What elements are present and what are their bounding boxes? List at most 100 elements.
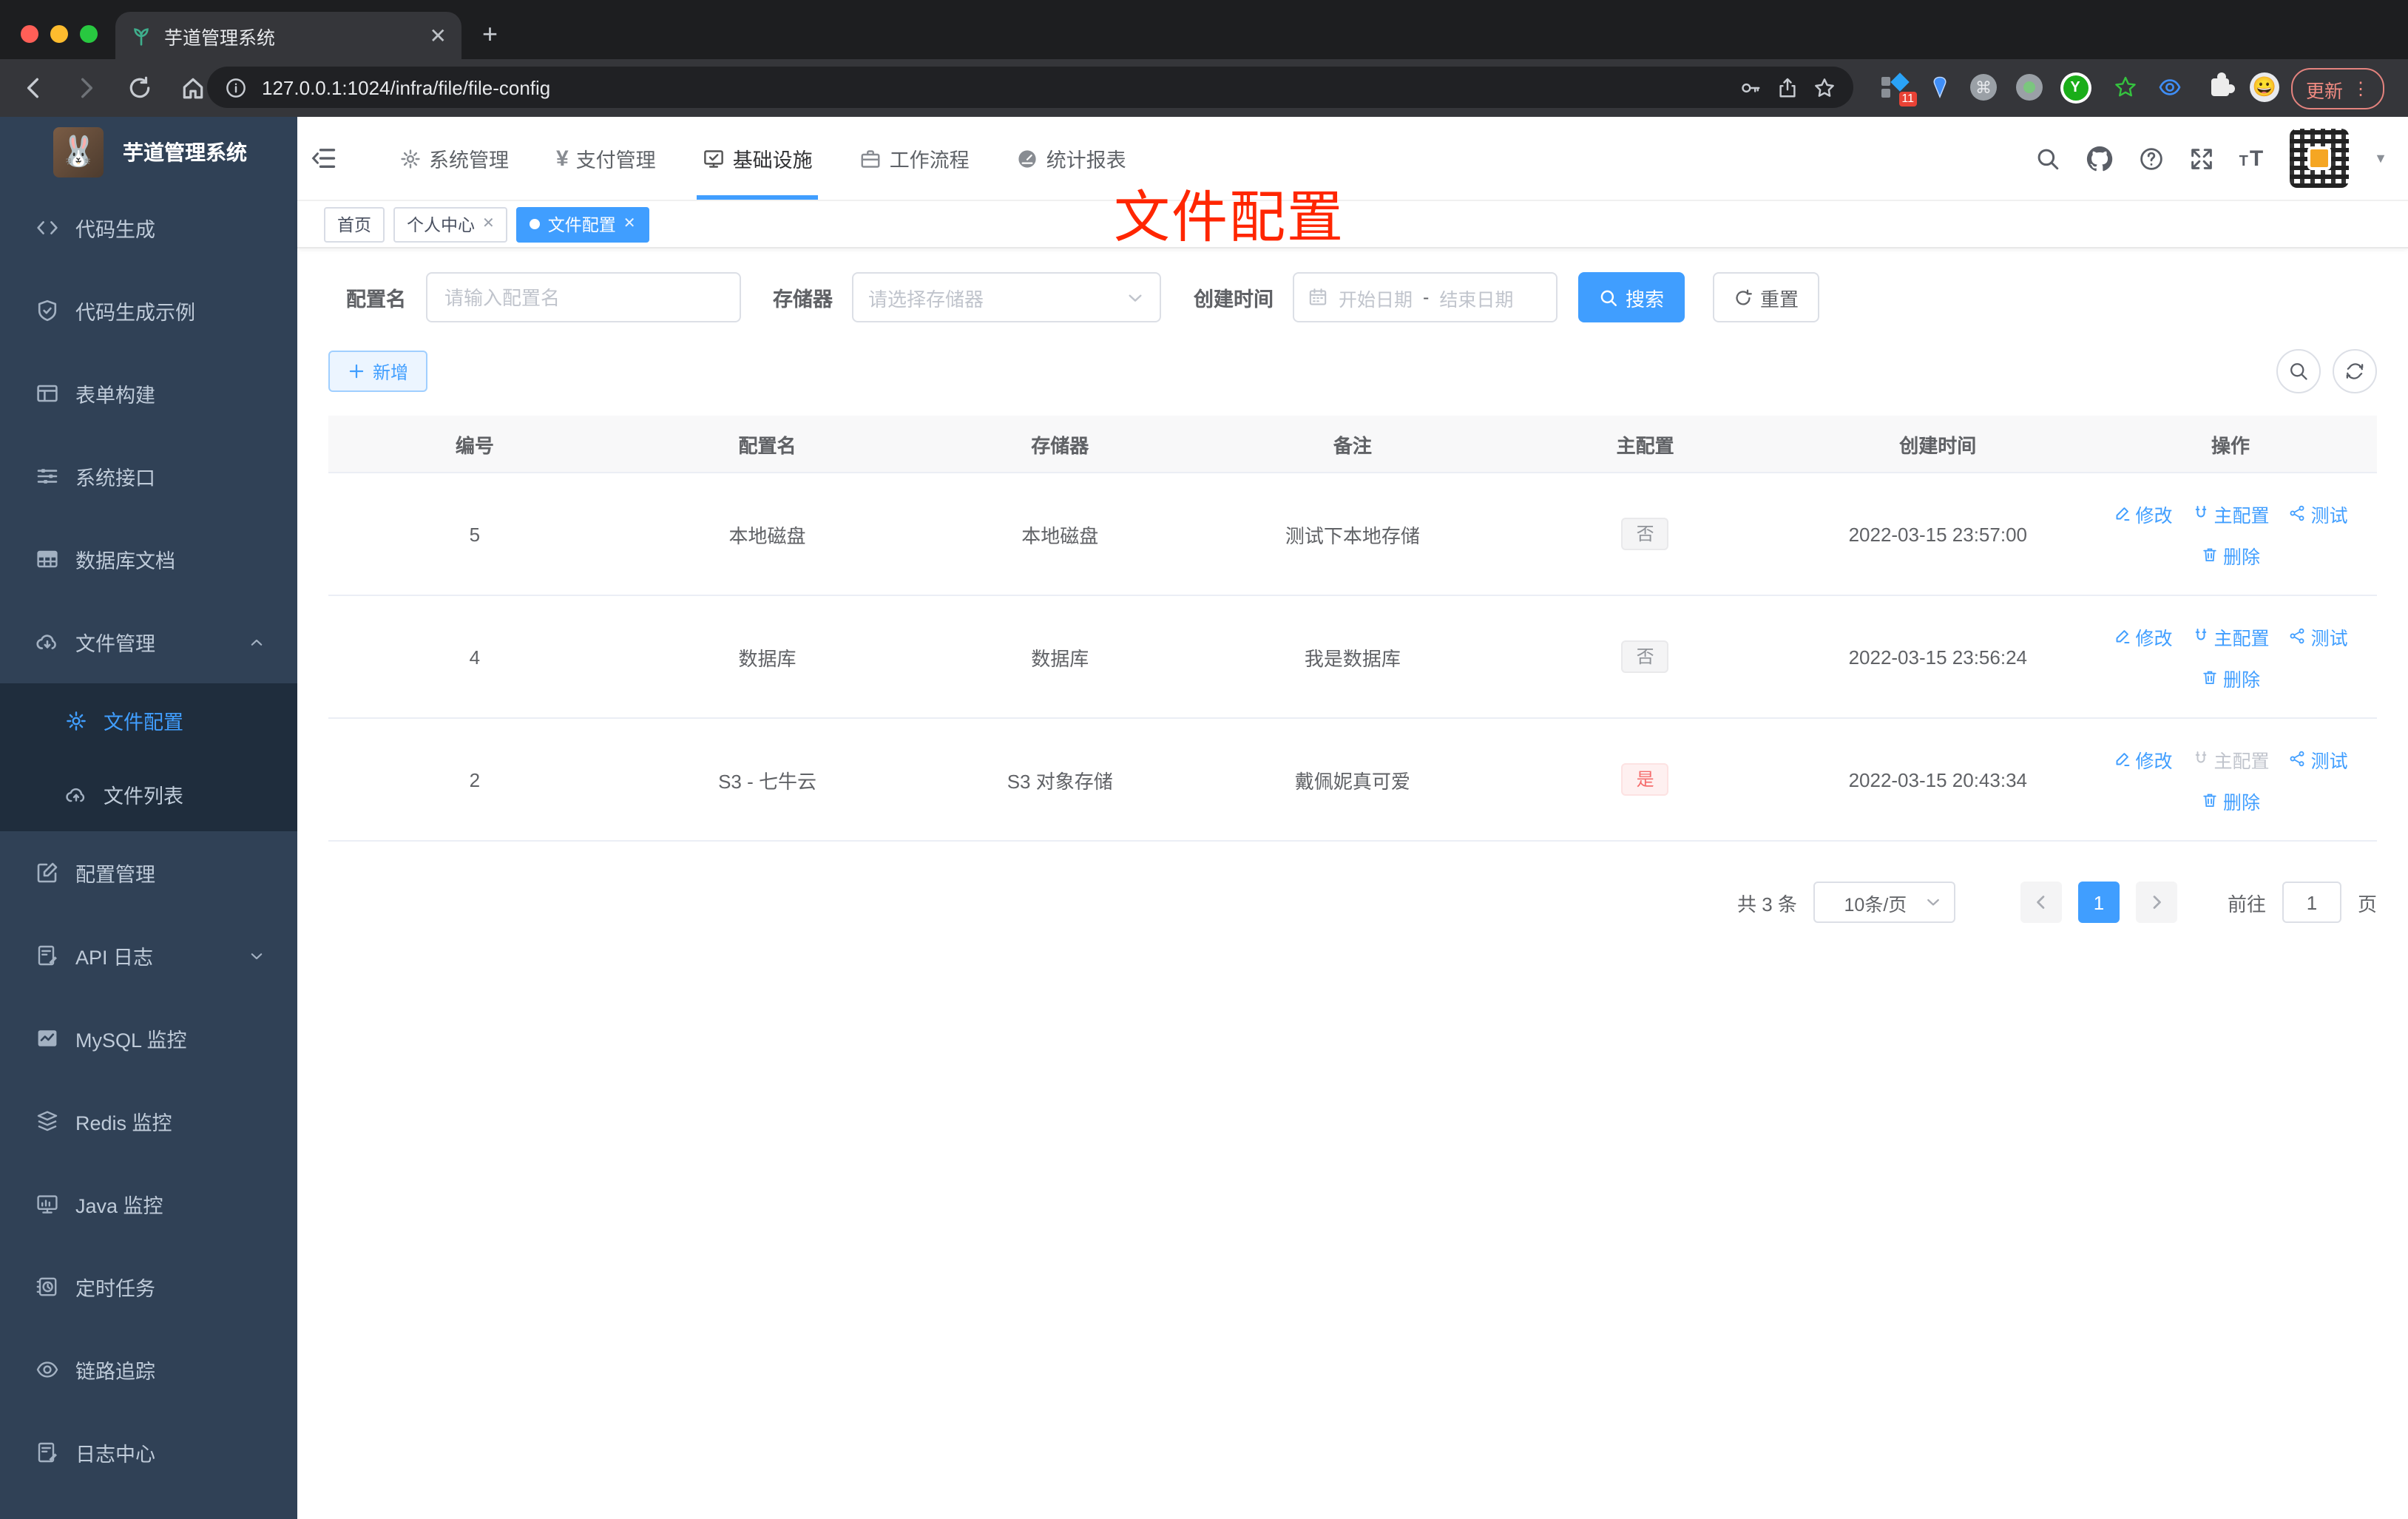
favicon-plant-icon (134, 27, 149, 45)
share-icon[interactable] (1776, 76, 1799, 98)
tab-close-icon[interactable]: ✕ (430, 25, 447, 46)
edit-link[interactable]: 修改 (2114, 499, 2173, 527)
storage-select[interactable]: 请选择存储器 (852, 272, 1161, 322)
calendar-icon (1309, 288, 1327, 305)
site-info-icon[interactable] (225, 76, 247, 98)
sidebar-item-file-manage[interactable]: 文件管理 (0, 601, 297, 683)
minimize-window-button[interactable] (50, 25, 68, 43)
sidebar-item-code-gen[interactable]: 代码生成 (0, 186, 297, 269)
browser-menu-icon[interactable]: ⋮ (2352, 78, 2370, 99)
extension-command-icon[interactable]: ⌘ (1967, 71, 2000, 104)
browser-tab[interactable]: 芋道管理系统 ✕ (115, 12, 461, 59)
sliders-icon (37, 469, 58, 484)
extension-emoji-icon[interactable]: 😀 (2248, 71, 2281, 104)
collapse-sidebar-icon[interactable] (311, 145, 337, 172)
sidebar-item-db-doc[interactable]: 数据库文档 (0, 518, 297, 601)
tag-file-config[interactable]: 文件配置 ✕ (516, 206, 649, 242)
sidebar-item-config-manage[interactable]: 配置管理 (0, 831, 297, 914)
next-page-button[interactable] (2135, 882, 2177, 923)
timer-task-icon (36, 1277, 57, 1296)
sidebar-item-mysql-monitor[interactable]: MySQL 监控 (0, 997, 297, 1080)
maximize-window-button[interactable] (80, 25, 98, 43)
sidebar-item-redis-monitor[interactable]: Redis 监控 (0, 1080, 297, 1163)
extension-eye-icon[interactable] (2154, 71, 2186, 104)
user-avatar-qr[interactable] (2290, 129, 2350, 188)
test-link[interactable]: 测试 (2289, 745, 2348, 773)
edit-link[interactable]: 修改 (2114, 622, 2173, 650)
delete-link[interactable]: 删除 (2201, 541, 2260, 569)
url-bar[interactable]: 127.0.0.1:1024/infra/file/file-config (207, 67, 1853, 108)
url-text: 127.0.0.1:1024/infra/file/file-config (262, 76, 551, 98)
test-link[interactable]: 测试 (2289, 499, 2348, 527)
sidebar-item-java-monitor[interactable]: Java 监控 (0, 1163, 297, 1245)
add-button[interactable]: 新增 (328, 351, 428, 392)
edit-link[interactable]: 修改 (2114, 745, 2173, 773)
extension-y-icon[interactable]: Y (2059, 71, 2091, 104)
master-config-link[interactable]: 主配置 (2192, 622, 2270, 650)
extension-puzzle-icon[interactable] (2204, 71, 2236, 104)
range-separator: - (1423, 287, 1430, 308)
tags-view-bar: 首页 个人中心 ✕ 文件配置 ✕ (297, 201, 2408, 248)
reset-button[interactable]: 重置 (1713, 272, 1820, 322)
font-size-icon[interactable]: TT (2239, 146, 2265, 171)
page-header: 系统管理 ¥ 支付管理 基础设施 工作流程 统计报表 TT ▼ (297, 117, 2408, 201)
nav-item-payment[interactable]: ¥ 支付管理 (532, 117, 680, 200)
search-button[interactable]: 搜索 (1578, 272, 1685, 322)
tag-home[interactable]: 首页 (324, 206, 385, 242)
tag-close-icon[interactable]: ✕ (623, 216, 636, 232)
extension-dot-icon[interactable] (2013, 71, 2046, 104)
avatar-dropdown-caret-icon[interactable]: ▼ (2374, 151, 2387, 166)
nav-item-system[interactable]: 系统管理 (376, 117, 532, 200)
yen-icon: ¥ (556, 146, 569, 171)
goto-page-input[interactable] (2282, 882, 2341, 923)
reload-button[interactable] (127, 75, 152, 101)
col-remark: 备注 (1206, 416, 1499, 473)
sidebar-item-log-center[interactable]: 日志中心 (0, 1411, 297, 1494)
delete-link[interactable]: 删除 (2201, 663, 2260, 691)
sidebar-item-code-gen-demo[interactable]: 代码生成示例 (0, 269, 297, 352)
page-size-select[interactable]: 10条/页 (1813, 882, 1955, 923)
share-nodes-icon (2290, 751, 2305, 767)
config-name-input[interactable] (425, 272, 740, 322)
chevron-down-icon (1129, 294, 1142, 301)
nav-item-workflow[interactable]: 工作流程 (836, 117, 993, 200)
home-button[interactable] (180, 75, 206, 101)
sidebar-item-file-config[interactable]: 文件配置 (0, 683, 297, 757)
sidebar-item-cron-job[interactable]: 定时任务 (0, 1245, 297, 1328)
master-config-link[interactable]: 主配置 (2192, 499, 2270, 527)
close-window-button[interactable] (21, 25, 38, 43)
extension-star-icon[interactable] (2109, 71, 2142, 104)
tag-profile[interactable]: 个人中心 ✕ (393, 206, 508, 242)
bookmark-star-icon[interactable] (1813, 76, 1836, 98)
col-create-time: 创建时间 (1791, 416, 2085, 473)
search-icon[interactable] (2035, 146, 2060, 171)
sidebar-item-system-api[interactable]: 系统接口 (0, 435, 297, 518)
new-tab-button[interactable]: + (482, 21, 498, 47)
show-search-toggle-button[interactable] (2276, 349, 2321, 393)
fullscreen-icon[interactable] (2189, 146, 2214, 171)
delete-link[interactable]: 删除 (2201, 786, 2260, 814)
github-icon[interactable] (2086, 144, 2114, 172)
help-icon[interactable] (2139, 146, 2164, 171)
briefcase-icon (862, 149, 881, 167)
test-link[interactable]: 测试 (2289, 622, 2348, 650)
sidebar-item-file-list[interactable]: 文件列表 (0, 757, 297, 831)
config-name-label: 配置名 (346, 288, 406, 311)
refresh-table-button[interactable] (2333, 349, 2377, 393)
create-time-range-picker[interactable]: 开始日期 - 结束日期 (1293, 272, 1558, 322)
extension-balloon-icon[interactable] (1923, 71, 1955, 104)
back-button[interactable] (21, 75, 46, 101)
password-key-icon[interactable] (1739, 76, 1762, 98)
current-page-button[interactable]: 1 (2077, 882, 2120, 923)
nav-item-infra[interactable]: 基础设施 (680, 117, 836, 200)
end-date-placeholder: 结束日期 (1439, 289, 1514, 310)
prev-page-button[interactable] (2020, 882, 2062, 923)
browser-update-button[interactable]: 更新 ⋮ (2290, 68, 2384, 109)
sidebar-item-form-builder[interactable]: 表单构建 (0, 352, 297, 435)
tag-close-icon[interactable]: ✕ (482, 216, 495, 232)
sidebar-item-api-log[interactable]: API 日志 (0, 914, 297, 997)
forward-button[interactable] (74, 75, 99, 101)
sidebar-item-trace[interactable]: 链路追踪 (0, 1328, 297, 1411)
app-title: 芋道管理系统 (123, 140, 247, 163)
extension-grid-icon[interactable]: 11 (1878, 71, 1917, 106)
